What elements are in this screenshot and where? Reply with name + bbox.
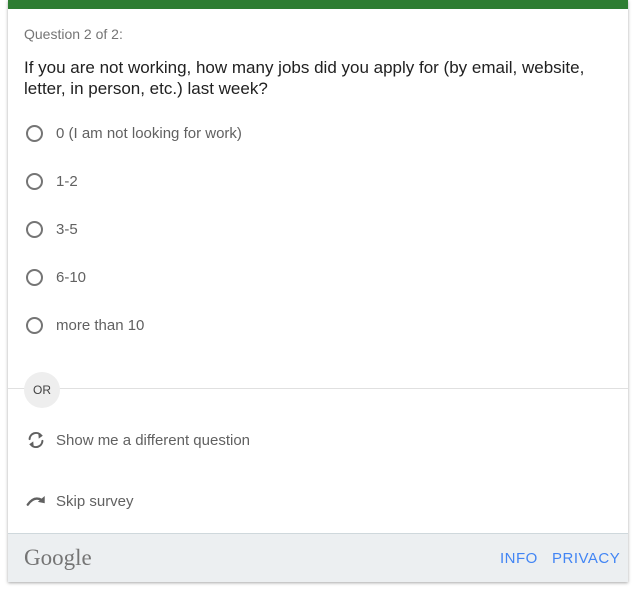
option-1[interactable]: 1-2: [24, 163, 424, 199]
option-label: 3-5: [56, 220, 78, 238]
option-label: 1-2: [56, 172, 78, 190]
info-link[interactable]: INFO: [500, 550, 538, 567]
option-label: 0 (I am not looking for work): [56, 124, 242, 142]
option-4[interactable]: more than 10: [24, 307, 424, 343]
option-label: 6-10: [56, 268, 87, 286]
radio-button[interactable]: [26, 124, 43, 142]
radio-button[interactable]: [26, 316, 43, 334]
skip-arrow-icon: [24, 489, 48, 513]
privacy-link[interactable]: PRIVACY: [552, 550, 620, 567]
different-question-label: Show me a different question: [56, 431, 251, 449]
radio-button[interactable]: [26, 220, 43, 238]
option-label: more than 10: [56, 316, 145, 334]
option-0[interactable]: 0 (I am not looking for work): [24, 115, 424, 151]
google-logo: Google: [24, 545, 92, 570]
radio-button[interactable]: [26, 268, 43, 286]
option-2[interactable]: 3-5: [24, 211, 424, 247]
or-badge: OR: [24, 372, 60, 408]
survey-card: Question 2 of 2: If you are not working,…: [8, 0, 628, 582]
refresh-icon: [24, 428, 48, 452]
radio-button[interactable]: [26, 172, 43, 190]
skip-survey-button[interactable]: Skip survey: [24, 486, 324, 516]
section-divider: [8, 388, 628, 389]
question-text: If you are not working, how many jobs di…: [24, 58, 585, 98]
skip-survey-label: Skip survey: [56, 492, 134, 510]
progress-bar: [8, 0, 628, 9]
option-3[interactable]: 6-10: [24, 259, 424, 295]
different-question-button[interactable]: Show me a different question: [24, 425, 324, 455]
question-counter: Question 2 of 2:: [24, 26, 123, 42]
footer: Google INFO PRIVACY: [8, 533, 628, 582]
